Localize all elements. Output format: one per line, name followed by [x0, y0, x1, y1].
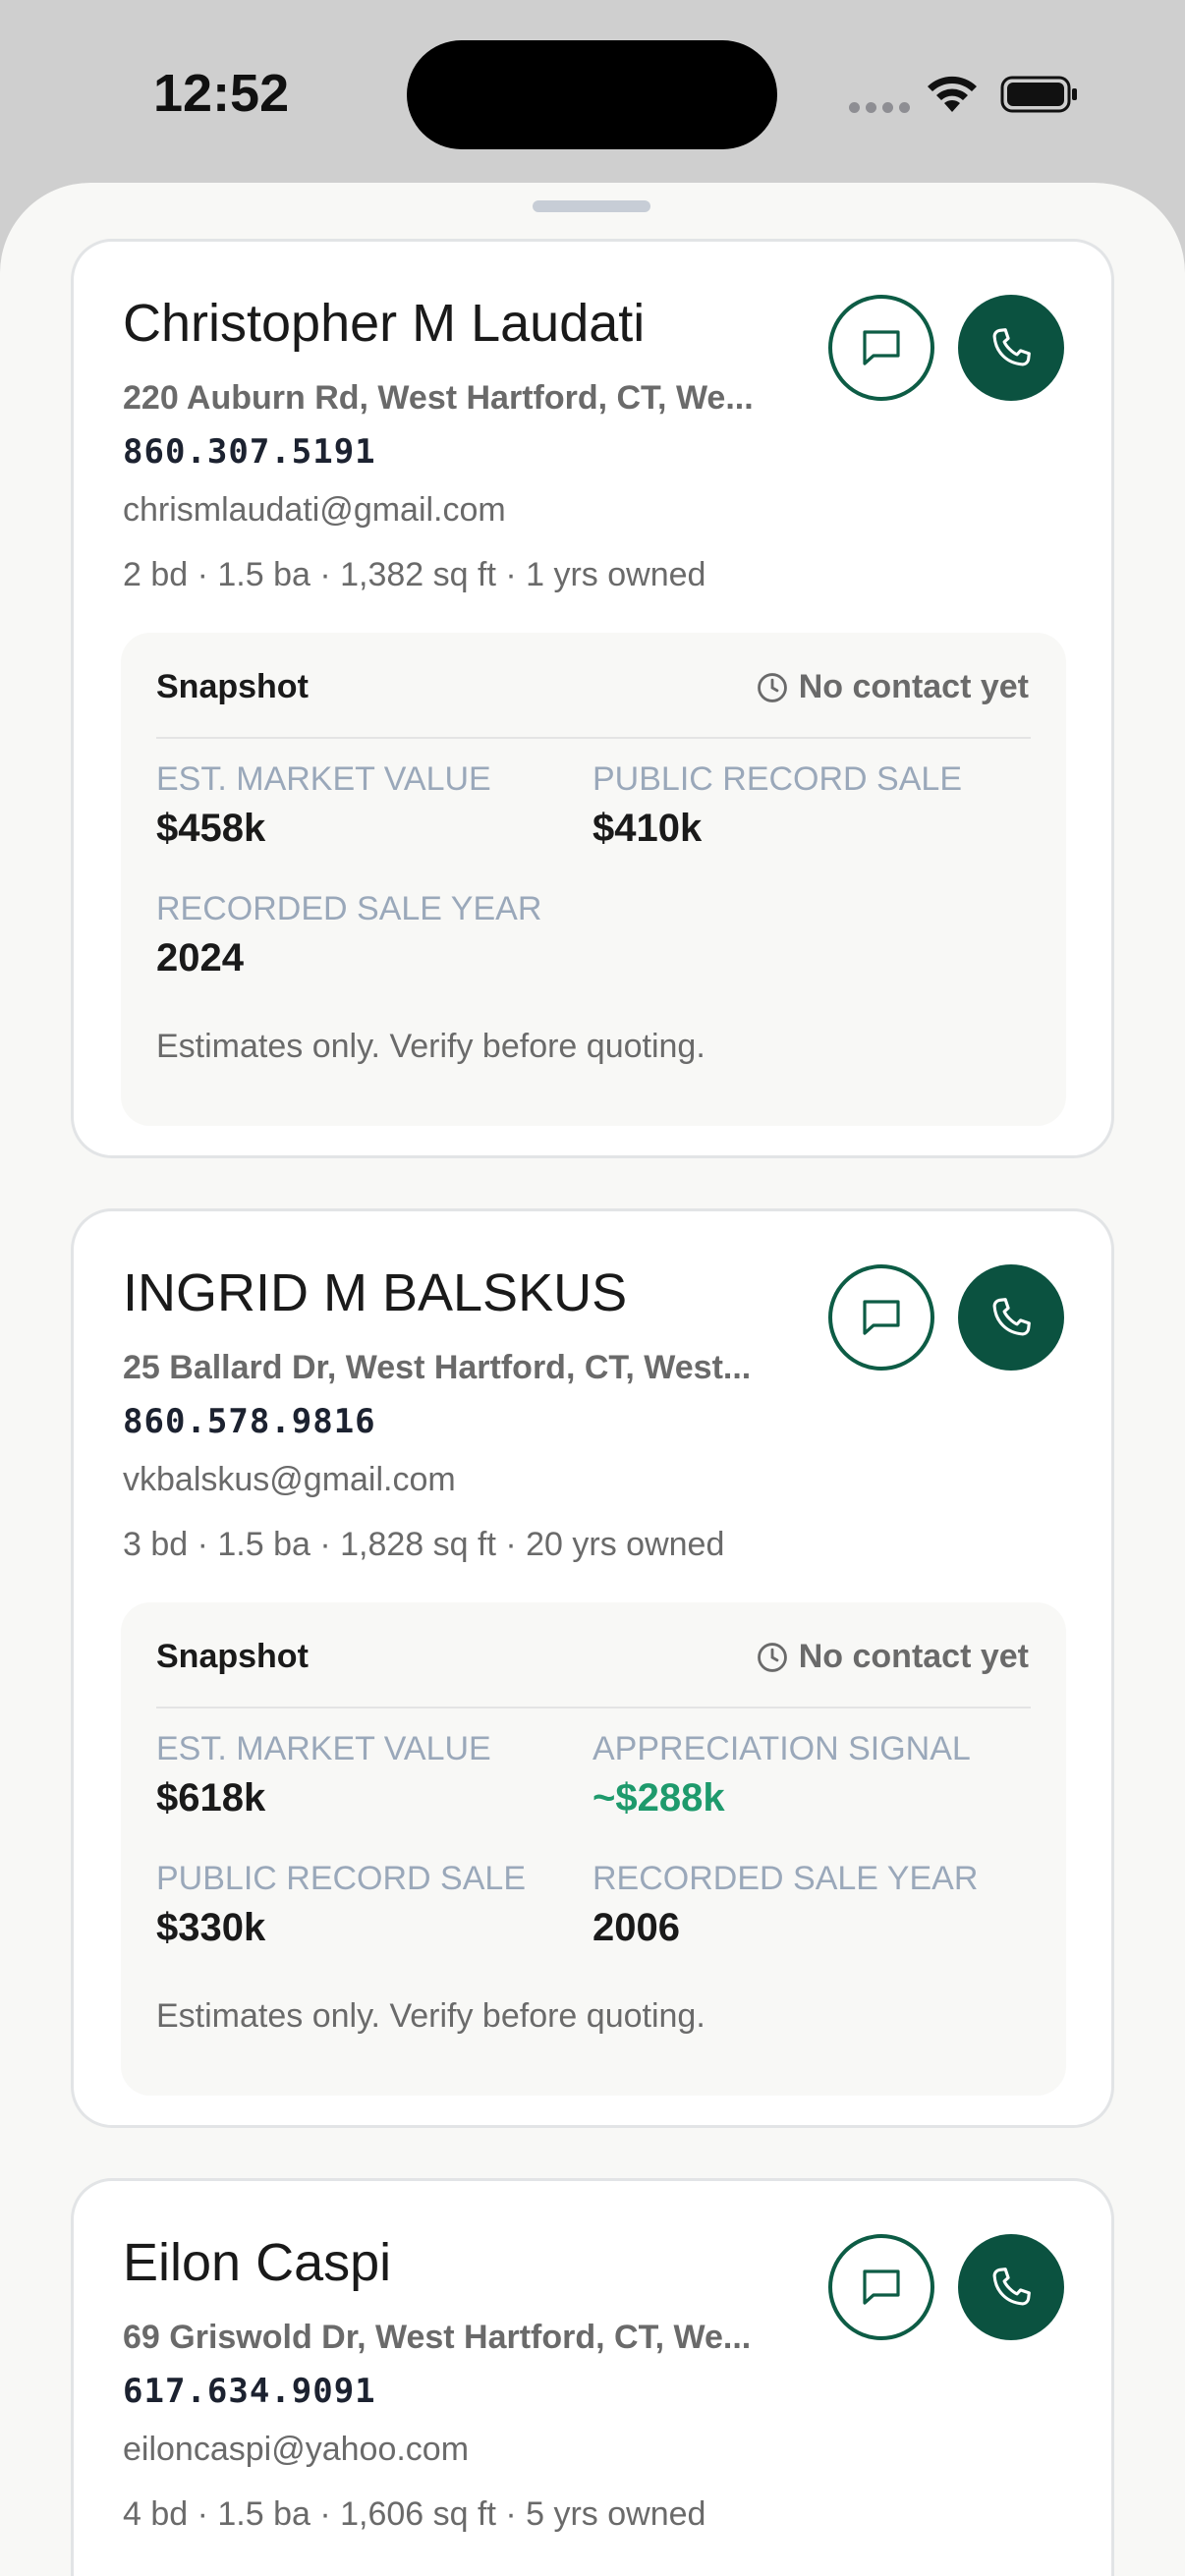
- metric-est-market-value: EST. MARKET VALUE $458k: [156, 760, 491, 851]
- phone-icon: [992, 1298, 1031, 1336]
- metric-label: PUBLIC RECORD SALE: [592, 760, 962, 798]
- metric-appreciation-signal: APPRECIATION SIGNAL ~$288k: [592, 1730, 971, 1820]
- metric-value: $410k: [592, 807, 703, 850]
- homeowner-email[interactable]: eiloncaspi@yahoo.com: [123, 2431, 469, 2469]
- metric-value: $330k: [156, 1906, 266, 1949]
- homeowner-card[interactable]: Eilon Caspi 69 Griswold Dr, West Hartfor…: [71, 2178, 1114, 2576]
- homeowner-address: 69 Griswold Dr, West Hartford, CT, We...: [123, 2319, 752, 2356]
- call-button[interactable]: [958, 1264, 1064, 1371]
- snapshot-disclaimer: Estimates only. Verify before quoting.: [156, 1028, 705, 1065]
- call-button[interactable]: [958, 2234, 1064, 2340]
- metric-recorded-sale-year: RECORDED SALE YEAR 2006: [592, 1860, 978, 1950]
- metric-value: $618k: [156, 1776, 266, 1820]
- metric-public-record-sale: PUBLIC RECORD SALE $330k: [156, 1860, 526, 1950]
- metric-est-market-value: EST. MARKET VALUE $618k: [156, 1730, 491, 1820]
- contact-status: No contact yet: [756, 1638, 1029, 1676]
- metric-value: $458k: [156, 807, 266, 850]
- homeowner-card[interactable]: INGRID M BALSKUS 25 Ballard Dr, West Har…: [71, 1208, 1114, 2128]
- cellular-signal-icon: [849, 102, 910, 113]
- phone-icon: [992, 2268, 1031, 2306]
- phone-icon: [992, 328, 1031, 366]
- snapshot-panel: Snapshot No contact yet EST. MARKET VALU…: [121, 1602, 1066, 2096]
- metric-recorded-sale-year: RECORDED SALE YEAR 2024: [156, 890, 541, 980]
- message-button[interactable]: [828, 2234, 934, 2340]
- message-icon: [863, 2269, 900, 2305]
- metric-value: 2006: [592, 1906, 680, 1949]
- contact-status-label: No contact yet: [798, 668, 1029, 705]
- metric-value: 2024: [156, 936, 244, 980]
- homeowner-email[interactable]: chrismlaudati@gmail.com: [123, 491, 506, 530]
- metric-label: EST. MARKET VALUE: [156, 1730, 491, 1767]
- message-button[interactable]: [828, 1264, 934, 1371]
- metric-label: RECORDED SALE YEAR: [592, 1860, 979, 1897]
- property-details: 3 bd · 1.5 ba · 1,828 sq ft · 20 yrs own…: [123, 1526, 725, 1563]
- battery-icon: [1000, 76, 1077, 113]
- homeowner-name: Christopher M Laudati: [123, 294, 646, 353]
- homeowner-phone[interactable]: 860.307.5191: [123, 432, 376, 472]
- homeowner-card[interactable]: Christopher M Laudati 220 Auburn Rd, Wes…: [71, 239, 1114, 1158]
- metric-value: ~$288k: [592, 1776, 725, 1820]
- metric-label: EST. MARKET VALUE: [156, 760, 491, 798]
- message-icon: [863, 330, 900, 365]
- call-button[interactable]: [958, 295, 1064, 401]
- message-icon: [863, 1300, 900, 1335]
- status-time: 12:52: [153, 64, 290, 123]
- snapshot-disclaimer: Estimates only. Verify before quoting.: [156, 1997, 705, 2035]
- snapshot-divider: [156, 737, 1031, 739]
- homeowner-email[interactable]: vkbalskus@gmail.com: [123, 1461, 456, 1499]
- wifi-icon: [928, 76, 977, 112]
- property-details: 2 bd · 1.5 ba · 1,382 sq ft · 1 yrs owne…: [123, 556, 706, 593]
- homeowner-phone[interactable]: 617.634.9091: [123, 2372, 376, 2411]
- snapshot-panel: Snapshot No contact yet EST. MARKET VALU…: [121, 633, 1066, 1126]
- dynamic-island: [407, 40, 777, 149]
- homeowner-address: 25 Ballard Dr, West Hartford, CT, West..…: [123, 1349, 752, 1386]
- homeowner-address: 220 Auburn Rd, West Hartford, CT, We...: [123, 379, 754, 417]
- sheet-grabber[interactable]: [533, 200, 650, 212]
- contact-status: No contact yet: [756, 668, 1029, 706]
- status-bar: 12:52: [0, 0, 1185, 187]
- snapshot-divider: [156, 1707, 1031, 1708]
- message-button[interactable]: [828, 295, 934, 401]
- clock-icon: [757, 1642, 787, 1672]
- snapshot-title: Snapshot: [156, 1638, 309, 1675]
- results-sheet[interactable]: Christopher M Laudati 220 Auburn Rd, Wes…: [0, 183, 1185, 2576]
- metric-public-record-sale: PUBLIC RECORD SALE $410k: [592, 760, 962, 851]
- metric-label: RECORDED SALE YEAR: [156, 890, 542, 927]
- clock-icon: [757, 672, 787, 702]
- contact-status-label: No contact yet: [798, 1638, 1029, 1675]
- homeowner-name: INGRID M BALSKUS: [123, 1263, 628, 1322]
- metric-label: PUBLIC RECORD SALE: [156, 1860, 526, 1897]
- property-details: 4 bd · 1.5 ba · 1,606 sq ft · 5 yrs owne…: [123, 2495, 706, 2533]
- homeowner-name: Eilon Caspi: [123, 2233, 392, 2292]
- metric-label: APPRECIATION SIGNAL: [592, 1730, 971, 1767]
- snapshot-title: Snapshot: [156, 668, 309, 705]
- homeowner-phone[interactable]: 860.578.9816: [123, 1402, 376, 1441]
